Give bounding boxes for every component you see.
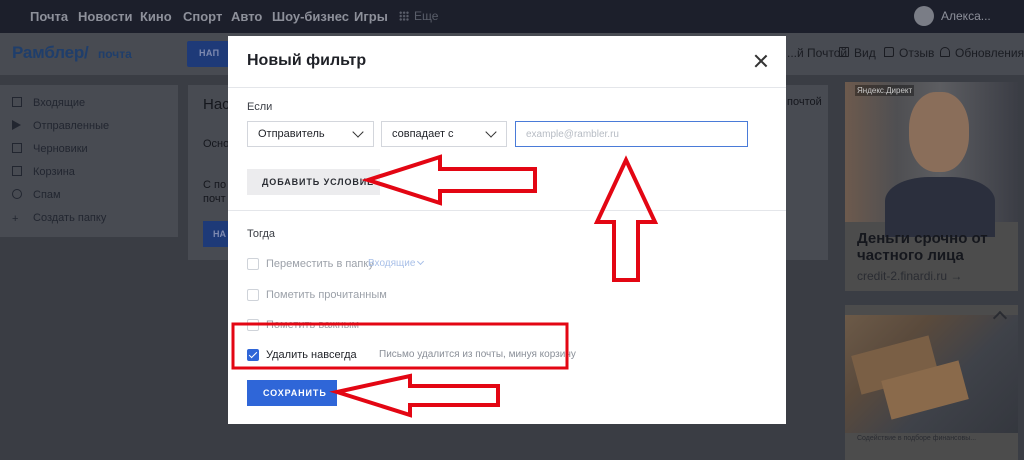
move-to-folder-checkbox[interactable]	[247, 258, 259, 270]
ad-photo-face	[909, 92, 969, 172]
sidebar-item-spam[interactable]: Спам	[12, 189, 61, 201]
nav-link-cinema[interactable]: Кино	[140, 9, 172, 24]
trash-icon	[12, 166, 22, 176]
chevron-down-icon	[352, 126, 364, 138]
user-name[interactable]: Алекса...	[941, 9, 991, 23]
if-label: Если	[247, 101, 273, 113]
delete-forever-label: Удалить навсегда	[266, 349, 357, 361]
logo[interactable]: Рамблер/	[12, 43, 89, 63]
mark-read-checkbox[interactable]	[247, 289, 259, 301]
move-to-folder-label: Переместить в папку	[266, 258, 374, 270]
email-input[interactable]	[515, 121, 748, 147]
mark-read-label: Пометить прочитанным	[266, 289, 387, 301]
inbox-icon	[12, 97, 22, 107]
ad-tag: Яндекс.Директ	[855, 85, 915, 96]
sidebar-item-label: Черновики	[33, 143, 88, 155]
condition-select-value: совпадает с	[392, 128, 454, 140]
header-item-updates[interactable]: Обновления	[955, 46, 1024, 60]
top-nav: Почта Новости Кино Спорт Авто Шоу-бизнес…	[0, 0, 1024, 33]
nav-link-mail[interactable]: Почта	[30, 9, 68, 24]
then-label: Тогда	[247, 228, 276, 240]
feedback-icon	[884, 47, 894, 57]
settings-text: почт	[203, 193, 226, 205]
delete-hint: Письмо удалится из почты, минуя корзину	[379, 349, 576, 360]
draft-icon	[12, 143, 22, 153]
sidebar-item-drafts[interactable]: Черновики	[12, 143, 88, 155]
view-icon	[839, 47, 849, 57]
write-button-label: НАП	[199, 48, 220, 58]
header-item-view[interactable]: Вид	[854, 46, 876, 60]
settings-text: С по	[203, 179, 227, 191]
save-button-label: СОХРАНИТЬ	[263, 388, 327, 398]
ad-banner-2[interactable]: Содействие в подборе финансовы...	[845, 305, 1018, 460]
chevron-down-icon	[417, 257, 425, 266]
delete-forever-checkbox[interactable]	[247, 349, 259, 361]
add-condition-label: ДОБАВИТЬ УСЛОВИЕ	[262, 177, 375, 187]
nav-link-news[interactable]: Новости	[78, 9, 133, 24]
nav-link-games[interactable]: Игры	[354, 9, 388, 24]
nav-more-label: Еще	[414, 9, 439, 23]
chevron-down-icon	[485, 126, 497, 138]
add-condition-button[interactable]: ДОБАВИТЬ УСЛОВИЕ	[247, 169, 380, 195]
nav-more[interactable]: Еще	[399, 9, 438, 23]
write-button[interactable]: НАП	[187, 41, 233, 67]
sidebar-item-label: Создать папку	[33, 212, 107, 224]
sidebar-item-sent[interactable]: Отправленные	[12, 120, 109, 132]
settings-text: Осно	[203, 138, 230, 150]
divider	[228, 87, 786, 88]
field-select-value: Отправитель	[258, 128, 325, 140]
dialog-title: Новый фильтр	[247, 52, 367, 69]
folder-select-value: Входящие	[368, 258, 416, 269]
new-filter-dialog: Новый фильтр Если Отправитель совпадает …	[228, 36, 786, 424]
nav-link-showbiz[interactable]: Шоу-бизнес	[272, 9, 349, 24]
sidebar-item-trash[interactable]: Корзина	[12, 166, 75, 178]
sidebar-item-label: Корзина	[33, 166, 75, 178]
settings-right-text: почтой	[787, 96, 822, 108]
spam-icon	[12, 189, 22, 199]
logo-subtitle: почта	[98, 47, 132, 61]
bell-icon	[940, 47, 950, 57]
mark-important-label: Пометить важным	[266, 319, 360, 331]
nav-link-sport[interactable]: Спорт	[183, 9, 222, 24]
field-select[interactable]: Отправитель	[247, 121, 374, 147]
folder-select[interactable]: Входящие	[368, 257, 425, 269]
ad-banner[interactable]: Яндекс.Директ Деньги срочно от частного …	[845, 82, 1018, 291]
send-icon	[12, 120, 21, 130]
divider	[228, 210, 786, 211]
plus-icon: +	[12, 213, 19, 225]
settings-button-label: НА	[213, 229, 226, 239]
nav-link-auto[interactable]: Авто	[231, 9, 262, 24]
ad-headline[interactable]: Деньги срочно от частного лица	[857, 230, 1007, 264]
sidebar-item-label: Спам	[33, 189, 61, 201]
ad-domain[interactable]: credit-2.finardi.ru →	[857, 269, 962, 283]
header-item-feedback[interactable]: Отзыв	[899, 46, 934, 60]
sidebar-item-label: Отправленные	[33, 120, 110, 132]
sidebar-item-label: Входящие	[33, 97, 86, 109]
condition-select[interactable]: совпадает с	[381, 121, 507, 147]
sidebar-item-inbox[interactable]: Входящие	[12, 97, 85, 109]
mark-important-checkbox[interactable]	[247, 319, 259, 331]
grid-icon	[399, 11, 409, 21]
ad-caption: Содействие в подборе финансовы...	[857, 435, 977, 442]
close-icon[interactable]	[754, 54, 768, 68]
sidebar-item-create-folder[interactable]: + Создать папку	[12, 212, 107, 225]
avatar[interactable]	[914, 6, 934, 26]
settings-title: Нас	[203, 96, 230, 113]
ad-photo-suit	[885, 177, 995, 237]
save-button[interactable]: СОХРАНИТЬ	[247, 380, 337, 406]
